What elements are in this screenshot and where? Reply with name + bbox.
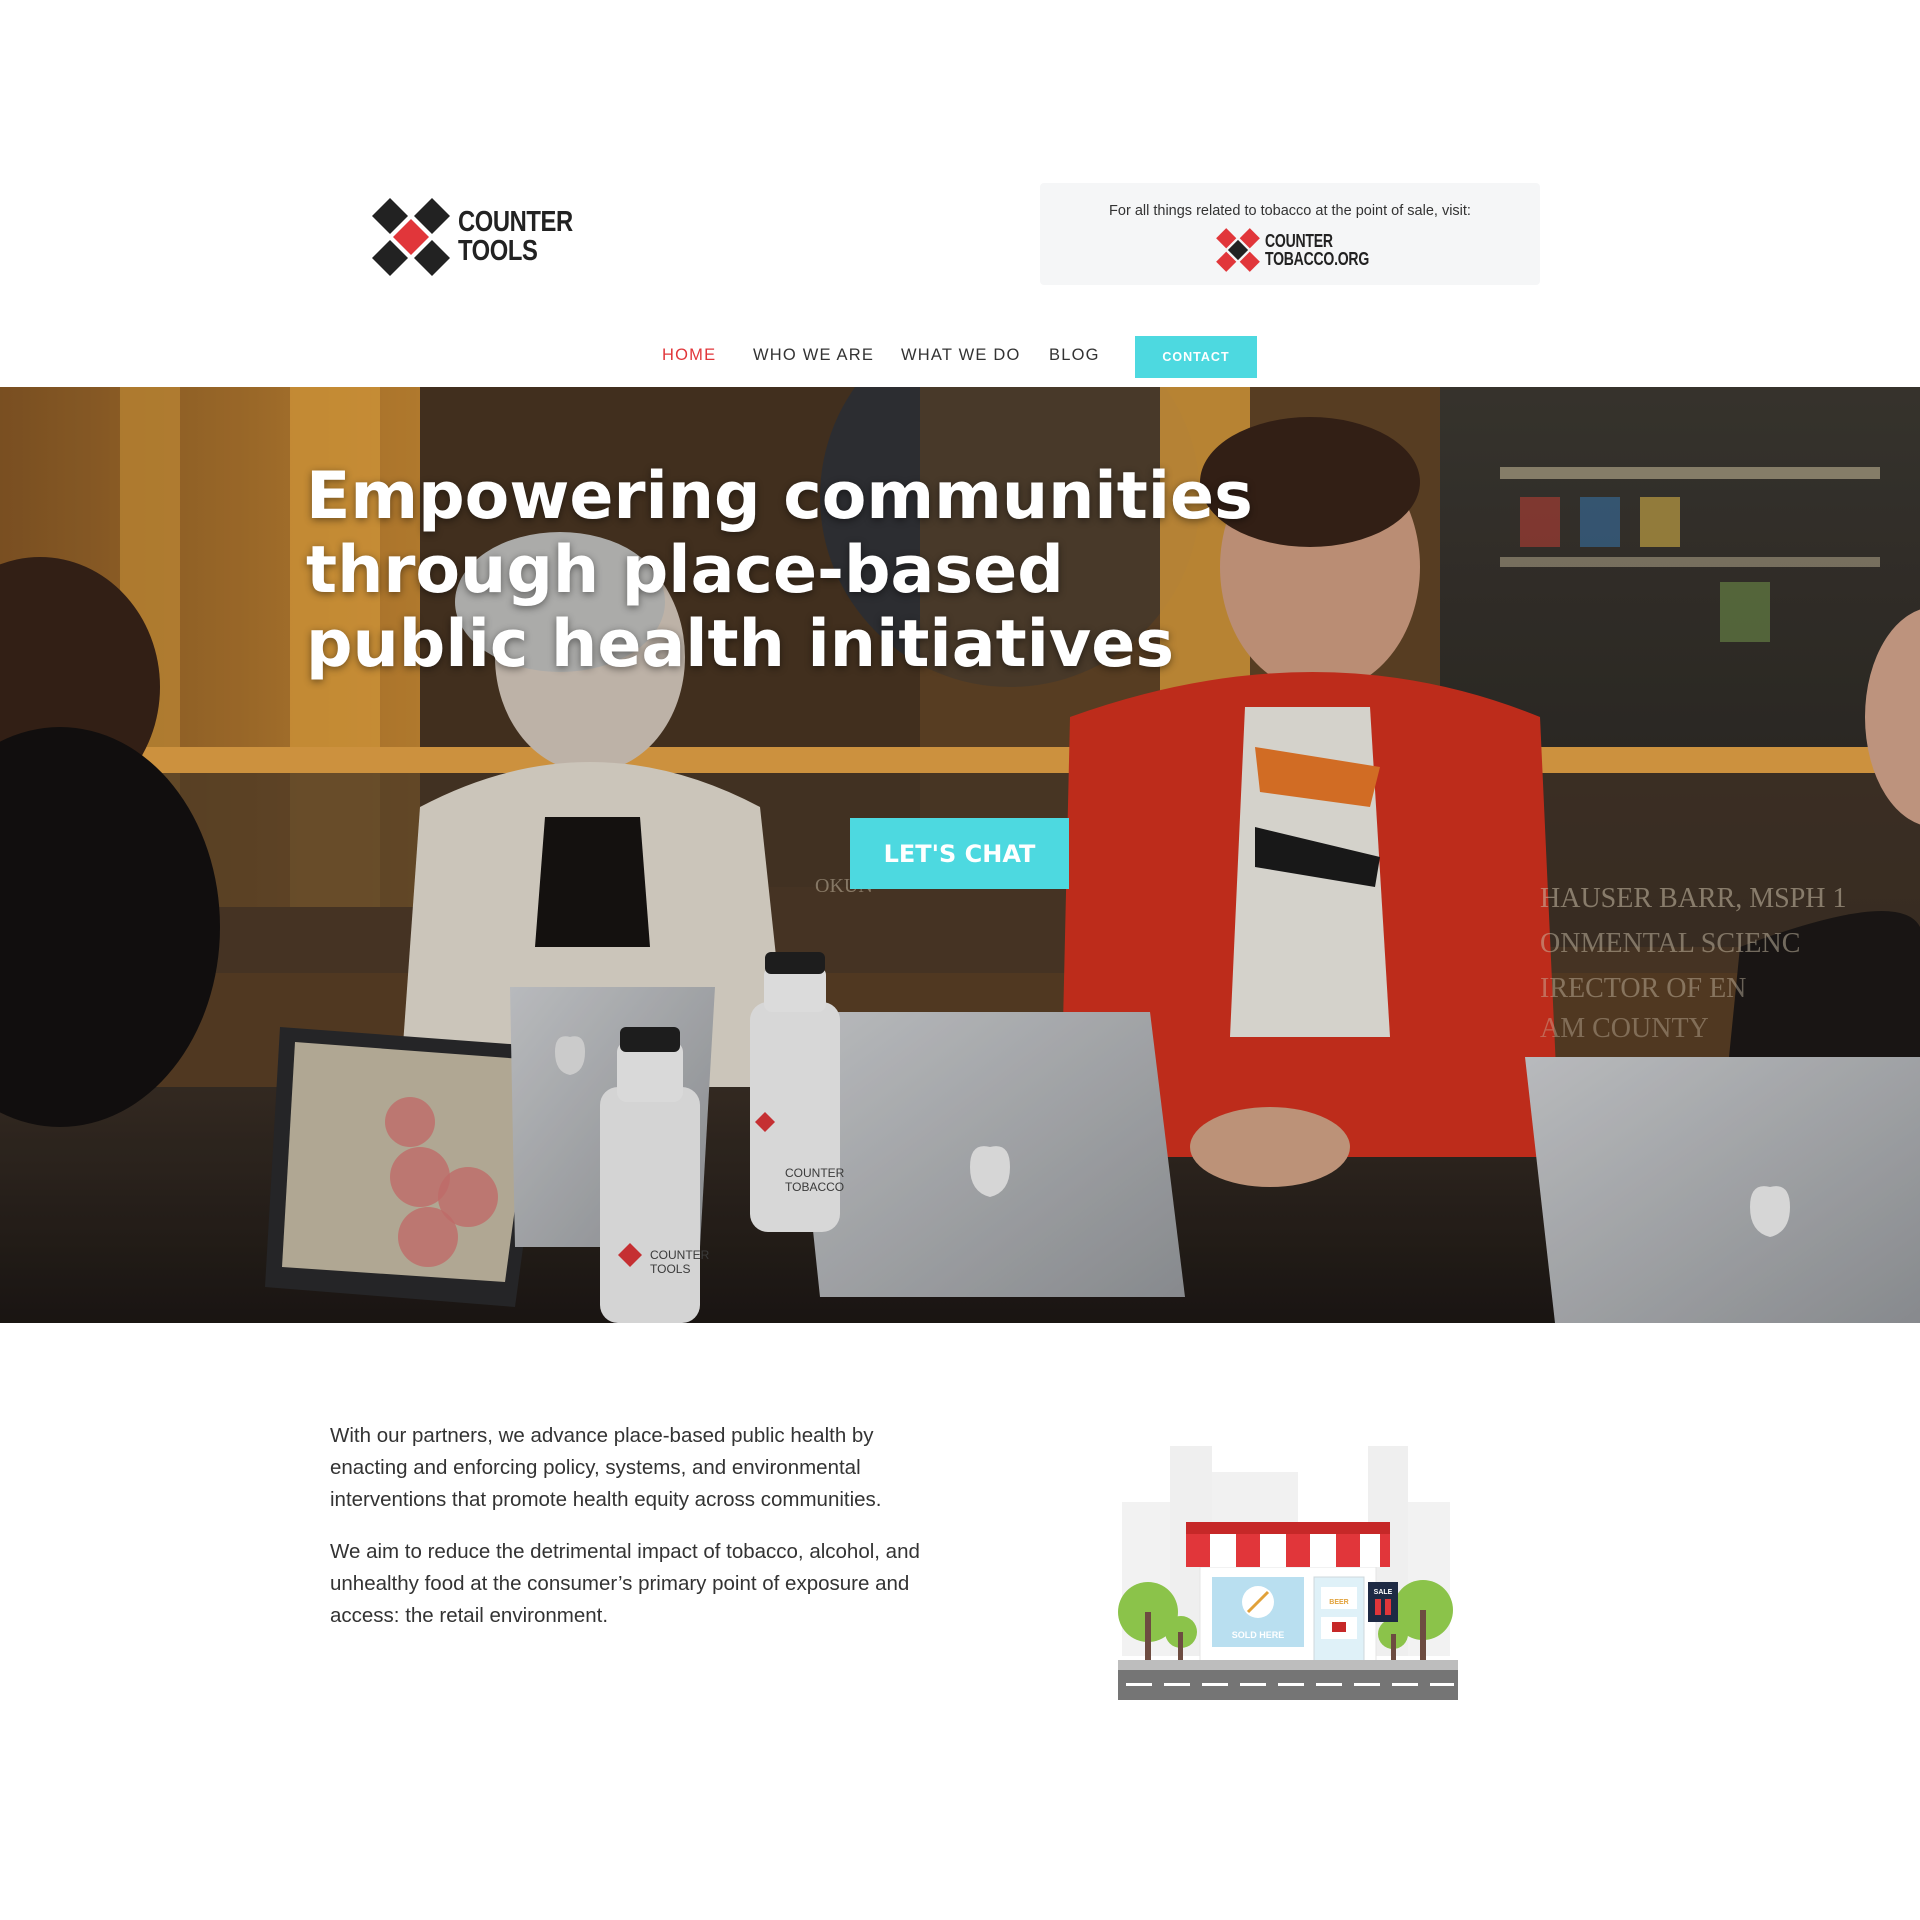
- promo-logo-line2: TOBACCO.ORG: [1265, 249, 1370, 269]
- main-nav: HOME WHO WE ARE WHAT WE DO BLOG CONTACT: [0, 336, 1920, 378]
- promo-text: For all things related to tobacco at the…: [1109, 203, 1471, 219]
- nav-item-home[interactable]: HOME: [662, 346, 716, 365]
- sold-here-sign: SOLD HERE: [1232, 1630, 1285, 1640]
- sale-sign: SALE: [1374, 1589, 1393, 1596]
- nav-item-who-we-are[interactable]: WHO WE ARE: [753, 346, 874, 365]
- promo-logo-line1: COUNTER: [1265, 231, 1333, 251]
- counter-tools-logo[interactable]: COUNTER TOOLS: [370, 192, 590, 282]
- nav-item-what-we-do[interactable]: WHAT WE DO: [901, 346, 1021, 365]
- mission-paragraph-2: We aim to reduce the detrimental impact …: [330, 1540, 920, 1627]
- contact-button[interactable]: CONTACT: [1135, 336, 1257, 378]
- hero-title: Empowering communities through place-bas…: [306, 459, 1253, 682]
- logo-text-line1: COUNTER: [458, 206, 573, 238]
- counter-tobacco-promo: For all things related to tobacco at the…: [1040, 183, 1540, 285]
- lets-chat-button[interactable]: LET'S CHAT: [850, 818, 1069, 889]
- beer-sign: BEER: [1329, 1599, 1348, 1606]
- mission-text: With our partners, we advance place-base…: [330, 1420, 950, 1652]
- logo-text-line2: TOOLS: [458, 235, 538, 267]
- counter-tobacco-link[interactable]: COUNTER TOBACCO.ORG: [1215, 227, 1398, 273]
- counter-tools-logo-mark: [372, 198, 450, 276]
- mission-paragraph-1: With our partners, we advance place-base…: [330, 1424, 882, 1511]
- retail-store-illustration: SOLD HERE BEER SALE: [1118, 1446, 1458, 1700]
- counter-tobacco-logo-mark: [1216, 228, 1260, 272]
- nav-item-blog[interactable]: BLOG: [1049, 346, 1100, 365]
